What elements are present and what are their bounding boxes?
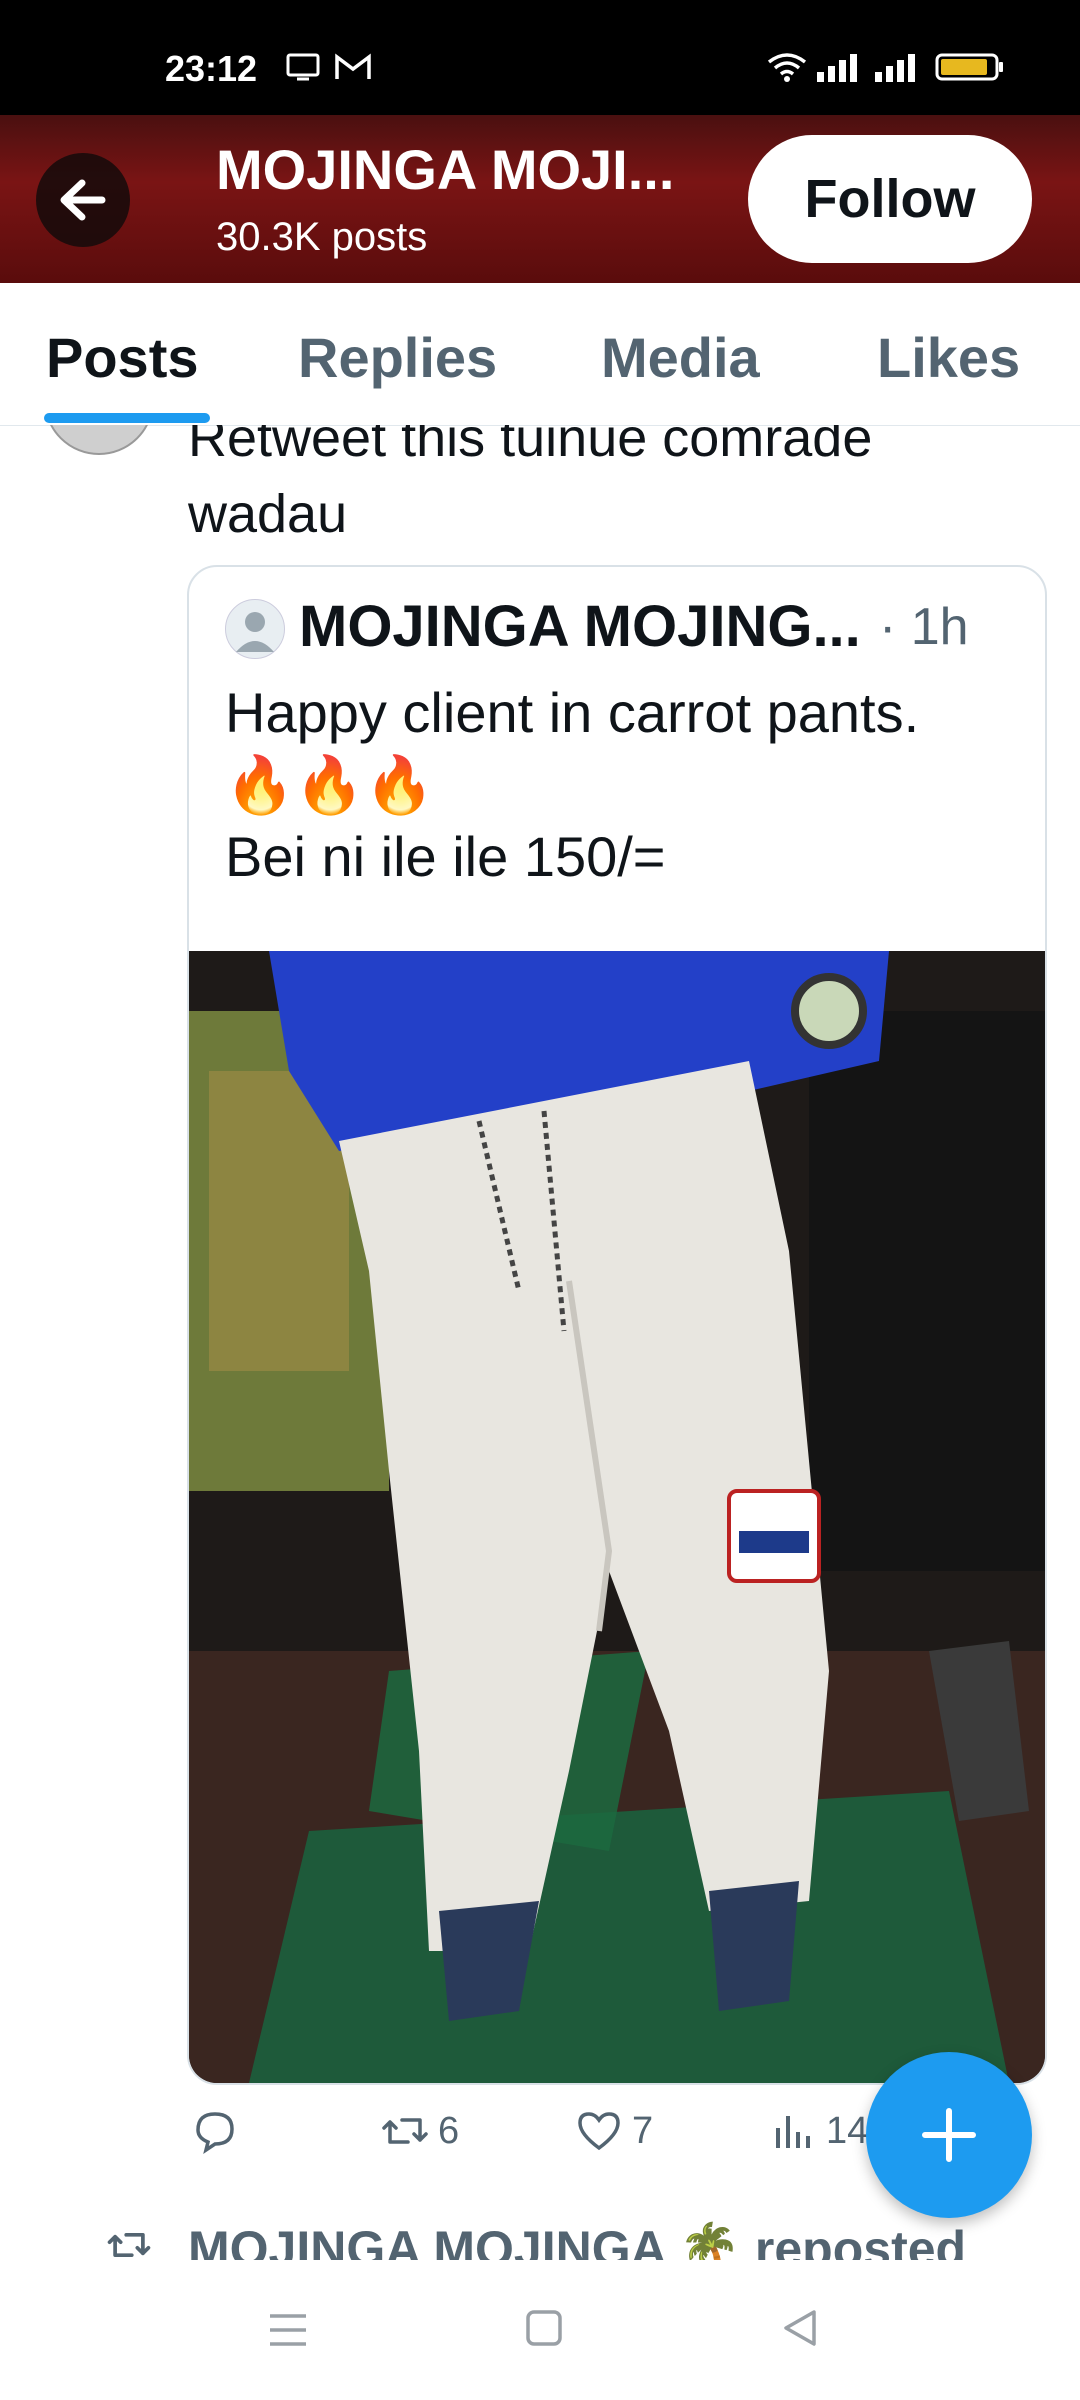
signal-icon <box>817 54 857 82</box>
quoted-line-1: Happy client in carrot pants. <box>225 681 920 744</box>
reply-icon <box>196 2112 234 2154</box>
like-button[interactable]: 7 <box>572 2104 653 2158</box>
tab-replies[interactable]: Replies <box>298 325 497 390</box>
plus-icon <box>922 2108 976 2162</box>
back-triangle-icon[interactable] <box>780 2308 820 2348</box>
tab-likes[interactable]: Likes <box>877 325 1020 390</box>
back-arrow-icon <box>60 179 106 221</box>
screen-cast-icon <box>286 53 320 81</box>
fire-emoji: 🔥🔥🔥 <box>225 753 435 816</box>
system-nav-bar <box>0 2260 1080 2400</box>
repost-small-icon <box>107 2232 151 2258</box>
back-button[interactable] <box>36 153 130 247</box>
signal-icon-2 <box>875 54 915 82</box>
repost-button[interactable]: 6 <box>378 2104 459 2158</box>
follow-button[interactable]: Follow <box>748 135 1032 263</box>
post[interactable]: Retweet this tuinue comrade wadau MOJING… <box>0 425 1080 2200</box>
tab-posts[interactable]: Posts <box>46 325 199 390</box>
active-tab-indicator <box>44 413 210 423</box>
home-icon[interactable] <box>524 2308 564 2348</box>
quoted-avatar[interactable] <box>225 599 285 659</box>
gmail-icon <box>335 53 371 79</box>
heart-icon <box>578 2112 620 2151</box>
profile-name: MOJINGA MOJI... <box>216 138 675 201</box>
profile-tabs: Posts Replies Media Likes <box>0 283 1080 426</box>
reply-button[interactable] <box>188 2104 248 2158</box>
quoted-line-2: Bei ni ile ile 150/= <box>225 825 666 888</box>
views-chart-icon <box>776 2116 810 2148</box>
status-time: 23:12 <box>165 48 258 89</box>
quoted-timestamp: · 1h <box>879 598 969 656</box>
tab-media[interactable]: Media <box>601 325 760 390</box>
repost-icon <box>382 2118 428 2144</box>
battery-icon <box>935 53 1003 81</box>
profile-header: MOJINGA MOJI... 30.3K posts Follow <box>0 115 1080 283</box>
views-button[interactable]: 14 <box>766 2104 868 2158</box>
quoted-post[interactable]: MOJINGA MOJING... · 1h Happy client in c… <box>187 565 1047 2085</box>
avatar[interactable] <box>44 425 154 455</box>
posts-count: 30.3K posts <box>216 215 428 259</box>
status-bar: 23:12 <box>0 0 1080 115</box>
person-avatar-icon <box>236 612 274 652</box>
quoted-text: Happy client in carrot pants. 🔥🔥🔥 Bei ni… <box>225 677 1025 893</box>
quoted-author-name[interactable]: MOJINGA MOJING... <box>299 593 861 660</box>
wifi-icon <box>767 53 807 82</box>
views-count: 14 <box>826 2109 869 2152</box>
post-text: Retweet this tuinue comrade wadau <box>188 425 873 544</box>
repost-label[interactable]: MOJINGA MOJINGA 🌴 reposted <box>188 2220 966 2260</box>
like-count: 7 <box>632 2109 654 2152</box>
compose-fab-button[interactable] <box>866 2052 1032 2218</box>
post-photo[interactable] <box>189 951 1045 2083</box>
menu-icon[interactable] <box>266 2310 310 2350</box>
repost-count: 6 <box>438 2109 460 2152</box>
